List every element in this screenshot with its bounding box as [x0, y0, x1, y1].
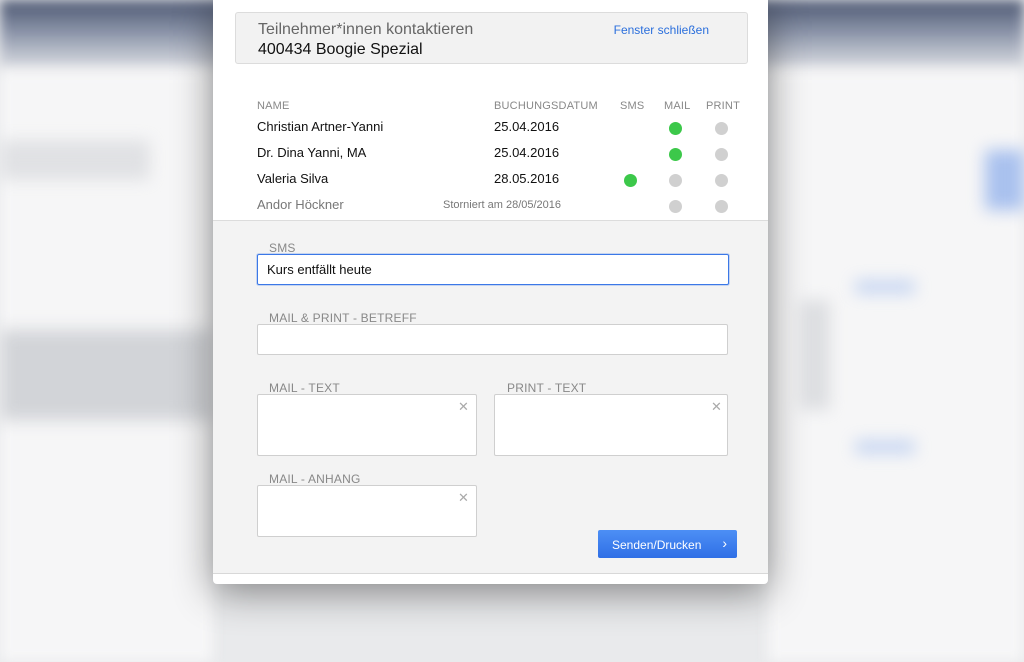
table-row: Dr. Dina Yanni, MA 25.04.2016: [213, 140, 768, 166]
clear-print-text-icon[interactable]: ✕: [711, 399, 722, 415]
background-block: [800, 300, 830, 410]
booking-date: 25.04.2016: [494, 119, 560, 134]
column-header-booking-date: BUCHUNGSDATUM: [494, 100, 598, 112]
participant-name: Christian Artner-Yanni: [257, 119, 384, 134]
participant-name: Andor Höckner: [257, 197, 344, 212]
mail-status-dot[interactable]: [669, 174, 682, 187]
cancellation-note: Storniert am 28/05/2016: [443, 199, 562, 211]
print-text-area[interactable]: [494, 394, 728, 456]
subject-label: MAIL & PRINT - BETREFF: [269, 311, 417, 325]
sms-status-dot[interactable]: [624, 174, 637, 187]
print-status-dot[interactable]: [715, 174, 728, 187]
print-status-dot[interactable]: [715, 148, 728, 161]
print-text-label: PRINT - TEXT: [507, 381, 587, 395]
mail-text-label: MAIL - TEXT: [269, 381, 340, 395]
dialog-header: Teilnehmer*innen kontaktieren 400434 Boo…: [235, 12, 748, 64]
table-row: Andor Höckner Storniert am 28/05/2016: [213, 192, 768, 218]
clear-attachment-icon[interactable]: ✕: [458, 490, 469, 506]
mail-text-area[interactable]: [257, 394, 477, 456]
background-block: [0, 140, 150, 180]
mail-status-dot[interactable]: [669, 200, 682, 213]
table-row: Valeria Silva 28.05.2016: [213, 166, 768, 192]
booking-date: 28.05.2016: [494, 171, 560, 186]
table-row: Christian Artner-Yanni 25.04.2016: [213, 114, 768, 140]
column-header-print: PRINT: [706, 100, 740, 112]
column-header-name: NAME: [257, 100, 290, 112]
background-block: [855, 280, 915, 294]
send-print-button[interactable]: Senden/Drucken ›: [598, 530, 737, 558]
background-block: [985, 150, 1024, 210]
background-block: [0, 330, 213, 420]
participant-name: Dr. Dina Yanni, MA: [257, 145, 367, 160]
sms-label: SMS: [269, 241, 296, 255]
column-header-sms: SMS: [620, 100, 645, 112]
attachment-area[interactable]: [257, 485, 477, 537]
participants-table: NAME BUCHUNGSDATUM SMS MAIL PRINT Christ…: [213, 96, 768, 220]
contact-participants-dialog: Teilnehmer*innen kontaktieren 400434 Boo…: [213, 0, 768, 584]
chevron-right-icon: ›: [722, 535, 727, 551]
message-form: SMS MAIL & PRINT - BETREFF MAIL - TEXT ✕…: [213, 220, 768, 574]
attachment-label: MAIL - ANHANG: [269, 472, 361, 486]
booking-date: 25.04.2016: [494, 145, 560, 160]
print-status-dot[interactable]: [715, 122, 728, 135]
dialog-title: 400434 Boogie Spezial: [258, 41, 423, 58]
sms-input[interactable]: [257, 254, 729, 285]
clear-mail-text-icon[interactable]: ✕: [458, 399, 469, 415]
participant-name: Valeria Silva: [257, 171, 329, 186]
mail-status-dot[interactable]: [669, 148, 682, 161]
mail-status-dot[interactable]: [669, 122, 682, 135]
column-header-mail: MAIL: [664, 100, 691, 112]
send-print-label: Senden/Drucken: [612, 538, 702, 552]
background-block: [855, 440, 915, 454]
print-status-dot[interactable]: [715, 200, 728, 213]
dialog-subtitle: Teilnehmer*innen kontaktieren: [258, 21, 474, 38]
close-window-link[interactable]: Fenster schließen: [614, 23, 709, 37]
subject-input[interactable]: [257, 324, 728, 355]
